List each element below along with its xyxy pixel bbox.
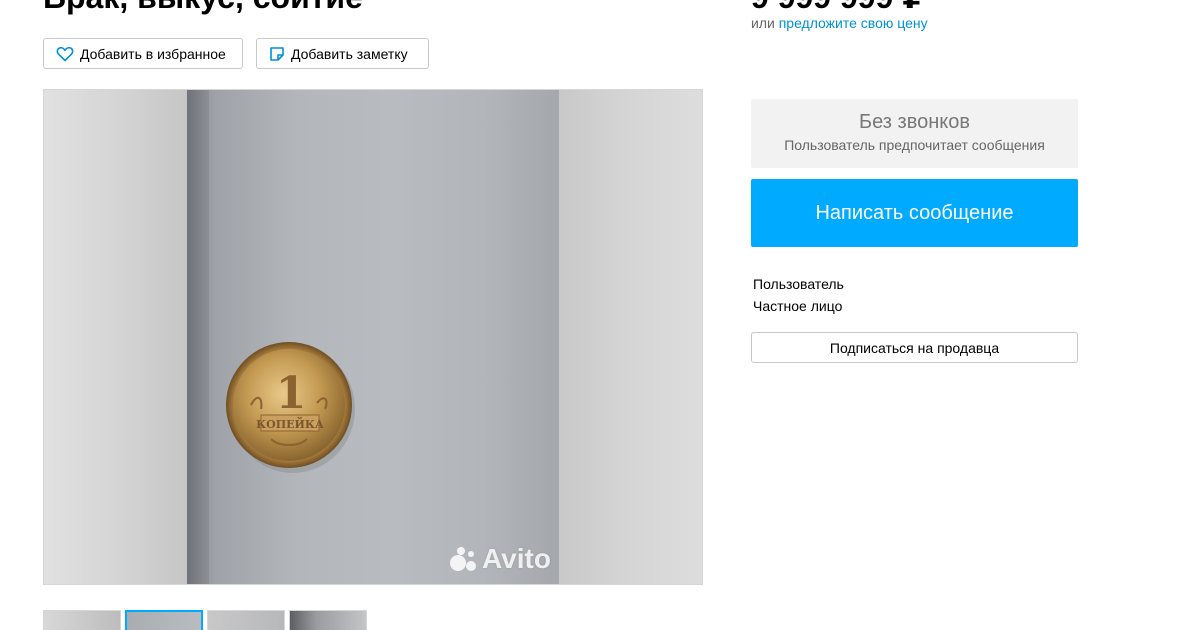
thumbnail-1[interactable]: [43, 610, 121, 630]
add-to-favorites-button[interactable]: Добавить в избранное: [43, 38, 243, 69]
coin-image: 1 КОПЕЙКА: [226, 342, 355, 473]
offer-prefix: или: [751, 15, 779, 31]
add-note-label: Добавить заметку: [291, 45, 408, 62]
offer-line: или предложите свою цену: [751, 15, 928, 31]
coin-word: КОПЕЙКА: [256, 416, 324, 431]
photo-shadow-edge: [187, 90, 209, 584]
avito-logo-icon: [450, 547, 476, 571]
thumbnail-3[interactable]: [207, 610, 285, 630]
offer-price-link[interactable]: предложите свою цену: [779, 15, 928, 31]
heart-icon: [56, 46, 74, 62]
seller-type: Частное лицо: [753, 298, 843, 314]
add-to-favorites-label: Добавить в избранное: [80, 45, 226, 62]
seller-name[interactable]: Пользователь: [753, 276, 844, 292]
no-calls-notice: Без звонков Пользователь предпочитает со…: [751, 99, 1078, 168]
coin-value: 1: [276, 368, 307, 419]
watermark-text: Avito: [482, 543, 551, 574]
no-calls-title: Без звонков: [859, 111, 970, 133]
avito-watermark: Avito: [449, 543, 551, 575]
thumbnail-4[interactable]: [289, 610, 367, 630]
gallery-blur-right: [558, 90, 702, 584]
subscribe-seller-button[interactable]: Подписаться на продавца: [751, 332, 1078, 363]
main-photo[interactable]: 1 КОПЕЙКА Avito: [187, 90, 559, 584]
listing-price: 9 999 999 ₽: [751, 0, 925, 16]
write-message-button[interactable]: Написать сообщение: [751, 179, 1078, 247]
thumbnail-2[interactable]: [125, 610, 203, 630]
add-note-button[interactable]: Добавить заметку: [256, 38, 429, 69]
note-icon: [269, 46, 285, 62]
gallery-blur-left: [44, 90, 188, 584]
no-calls-subtitle: Пользователь предпочитает сообщения: [784, 137, 1045, 153]
photo-gallery[interactable]: 1 КОПЕЙКА Avito: [43, 89, 703, 585]
listing-title: Брак, выкус, соитие: [43, 0, 363, 16]
